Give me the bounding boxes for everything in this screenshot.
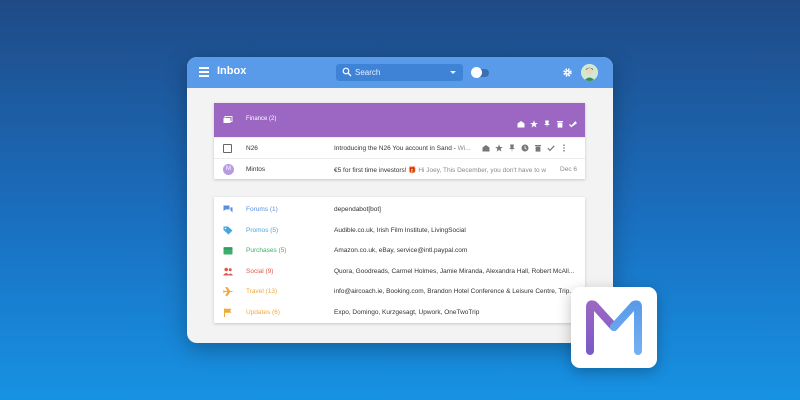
page-title: Inbox — [217, 65, 247, 77]
email-subject: €5 for first time investors! 🎁 Hi Joey, … — [334, 166, 552, 174]
app-window: Inbox Search Finance (2) N26 Introducing… — [187, 57, 613, 343]
theme-toggle[interactable] — [471, 67, 489, 78]
category-label: Purchases (5) — [246, 247, 287, 254]
category-senders: Audible.co.uk, Irish Film Institute, Liv… — [334, 226, 466, 234]
plane-icon — [223, 287, 233, 296]
search-input[interactable] — [355, 66, 445, 79]
stack-icon — [223, 116, 233, 123]
toggle-knob — [471, 67, 482, 78]
tag-icon — [223, 226, 233, 234]
subject-text: €5 for first time investors! 🎁 — [334, 167, 419, 174]
mark-read-icon[interactable] — [482, 144, 490, 152]
select-checkbox[interactable] — [223, 144, 232, 153]
purchase-icon — [223, 247, 233, 255]
pin-icon[interactable] — [543, 115, 551, 128]
category-row-travel[interactable]: Travel (13) info@aircoach.ie, Booking.co… — [214, 282, 585, 303]
subject-text: Introducing the N26 You account in Sand … — [334, 145, 458, 152]
star-icon[interactable] — [530, 115, 538, 128]
people-icon — [223, 267, 233, 275]
done-all-icon[interactable] — [568, 115, 577, 128]
category-row-updates[interactable]: Updates (6) Expo, Domingo, Kurzgesagt, U… — [214, 303, 585, 324]
app-logo-tile — [571, 287, 657, 368]
category-label: Updates (6) — [246, 308, 280, 316]
email-preview: Wi... — [457, 145, 471, 152]
top-bar: Inbox — [187, 57, 613, 88]
more-vert-icon[interactable] — [560, 144, 568, 152]
email-row[interactable]: M Mintos €5 for first time investors! 🎁 … — [214, 158, 585, 179]
forum-icon — [223, 205, 233, 213]
menu-icon[interactable] — [199, 67, 209, 77]
category-senders: info@aircoach.ie, Booking.com, Brandon H… — [334, 288, 575, 295]
email-sender: N26 — [246, 145, 258, 152]
star-icon[interactable] — [495, 144, 503, 152]
category-row-social[interactable]: Social (9) Quora, Goodreads, Carmel Holm… — [214, 262, 585, 283]
email-subject: Introducing the N26 You account in Sand … — [334, 145, 474, 152]
category-label: Forums (1) — [246, 206, 278, 213]
sender-avatar: M — [223, 164, 234, 175]
email-preview: Hi Joey, This December, you don't have t… — [418, 167, 547, 174]
email-sender: Mintos — [246, 166, 266, 173]
categories-card: Forums (1) dependabot[bot] Promos (5) Au… — [214, 197, 585, 323]
app-logo-icon — [586, 300, 642, 355]
category-senders: Quora, Goodreads, Carmel Holmes, Jamie M… — [334, 267, 575, 275]
mark-read-icon[interactable] — [517, 115, 525, 128]
avatar[interactable] — [581, 64, 598, 81]
category-row-forums[interactable]: Forums (1) dependabot[bot] — [214, 200, 585, 221]
snooze-icon[interactable] — [521, 144, 529, 152]
row-actions — [482, 144, 568, 152]
group-actions — [517, 115, 577, 128]
gear-icon[interactable] — [562, 67, 573, 78]
category-senders: dependabot[bot] — [334, 206, 381, 213]
check-icon[interactable] — [547, 144, 555, 152]
flag-icon — [224, 308, 232, 317]
mail-content: Finance (2) N26 Introducing the N26 You … — [214, 103, 585, 323]
category-senders: Expo, Domingo, Kurzgesagt, Upwork, OneTw… — [334, 308, 480, 316]
category-label: Travel (13) — [246, 288, 278, 295]
group-header[interactable]: Finance (2) — [214, 103, 585, 137]
search-icon — [342, 67, 352, 77]
category-senders: Amazon.co.uk, eBay, service@intl.paypal.… — [334, 247, 468, 254]
group-title: Finance (2) — [246, 116, 277, 122]
avatar-illustration — [581, 64, 598, 81]
trash-icon[interactable] — [534, 144, 542, 152]
category-label: Social (9) — [246, 267, 274, 275]
category-row-purchases[interactable]: Purchases (5) Amazon.co.uk, eBay, servic… — [214, 241, 585, 262]
pin-icon[interactable] — [508, 144, 516, 152]
chevron-down-icon[interactable] — [450, 71, 456, 74]
category-label: Promos (5) — [246, 226, 279, 234]
category-row-promos[interactable]: Promos (5) Audible.co.uk, Irish Film Ins… — [214, 221, 585, 242]
finance-group-card: Finance (2) N26 Introducing the N26 You … — [214, 103, 585, 179]
email-date: Dec 6 — [560, 166, 577, 173]
trash-icon[interactable] — [556, 115, 564, 128]
search-box[interactable] — [336, 64, 463, 81]
email-row[interactable]: N26 Introducing the N26 You account in S… — [214, 137, 585, 158]
